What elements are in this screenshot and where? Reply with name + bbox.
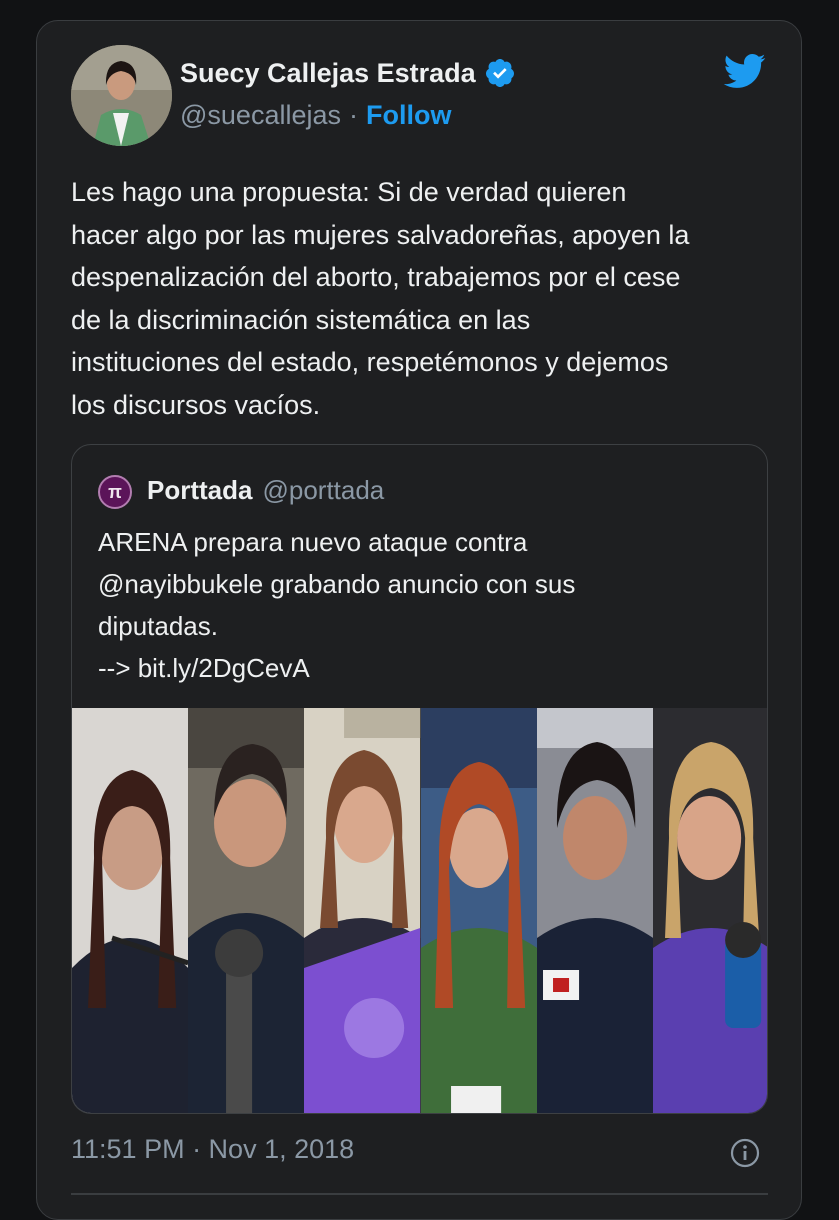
photo-panel-5 (536, 708, 653, 1113)
quoted-avatar-glyph: π (108, 481, 122, 502)
divider (71, 1193, 768, 1195)
quoted-avatar[interactable]: π (98, 475, 132, 509)
quoted-author-handle[interactable]: @porttada (262, 475, 384, 506)
tweet-timestamp[interactable]: 11:51 PM · Nov 1, 2018 (71, 1134, 354, 1165)
author-name-text[interactable]: Suecy Callejas Estrada (180, 58, 476, 89)
info-icon[interactable] (730, 1138, 760, 1168)
author-handle[interactable]: @suecallejas (180, 100, 341, 131)
author-avatar[interactable] (71, 45, 172, 146)
quoted-header: Porttada @porttada (147, 475, 384, 506)
author-name[interactable]: Suecy Callejas Estrada (180, 57, 516, 89)
quoted-image[interactable] (72, 708, 767, 1113)
tweet-text: Les hago una propuesta: Si de verdad qui… (71, 177, 690, 420)
photo-panel-3 (304, 708, 421, 1113)
author-handle-row: @suecallejas · Follow (180, 100, 451, 131)
quoted-text: ARENA prepara nuevo ataque contra @nayib… (98, 527, 576, 683)
verified-badge-icon (485, 59, 514, 87)
photo-panel-4 (420, 708, 537, 1113)
follow-button[interactable]: Follow (366, 100, 451, 131)
photo-panel-2 (188, 708, 305, 1113)
photo-panel-1 (72, 708, 189, 1113)
tweet-card: Suecy Callejas Estrada @suecallejas · Fo… (36, 20, 802, 1220)
twitter-bird-icon[interactable] (719, 49, 769, 93)
quoted-tweet[interactable]: π Porttada @porttada ARENA prepara nuevo… (71, 444, 768, 1114)
separator: · (349, 100, 358, 130)
quoted-author-name[interactable]: Porttada (147, 475, 252, 506)
photo-panel-6 (652, 708, 767, 1113)
